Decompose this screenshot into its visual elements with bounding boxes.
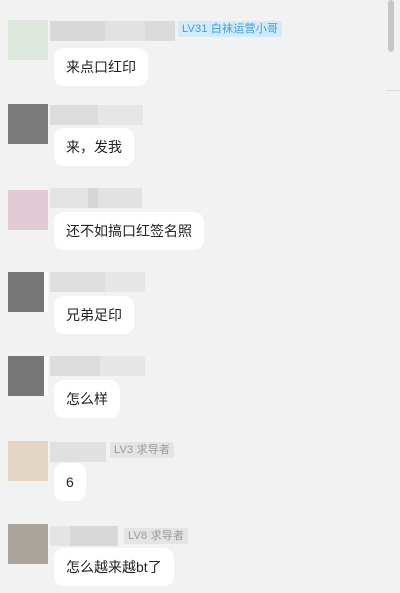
message-bubble[interactable]: 怎么样	[54, 380, 120, 418]
scrollbar-divider	[386, 90, 400, 91]
message-bubble[interactable]: 怎么越来越bt了	[54, 548, 174, 586]
avatar[interactable]	[8, 524, 48, 564]
username-blurred	[50, 442, 106, 462]
username-blurred	[50, 272, 145, 292]
user-level-badge: LV31 白袜运营小哥	[178, 21, 283, 37]
scrollbar[interactable]	[386, 0, 400, 593]
message-bubble[interactable]: 还不如搞口红签名照	[54, 212, 204, 250]
avatar[interactable]	[8, 190, 48, 230]
avatar[interactable]	[8, 104, 48, 144]
message-bubble[interactable]: 来点口红印	[54, 48, 148, 86]
message-bubble[interactable]: 兄弟足印	[54, 296, 134, 334]
avatar[interactable]	[8, 356, 48, 396]
username-blurred	[50, 105, 143, 125]
message-bubble[interactable]: 来，发我	[54, 128, 134, 166]
username-blurred	[50, 356, 145, 376]
user-level-badge: LV8 求导者	[124, 528, 189, 544]
message-bubble[interactable]: 6	[54, 463, 86, 501]
user-level-badge: LV3 求导者	[110, 442, 175, 458]
avatar[interactable]	[8, 441, 48, 481]
avatar[interactable]	[8, 272, 48, 312]
username-blurred	[50, 21, 175, 41]
username-blurred	[50, 188, 142, 208]
username-blurred	[50, 526, 118, 546]
chat-message-list: LV31 白袜运营小哥 来点口红印 来，发我 还不如搞口红签名照 兄弟足印 怎么…	[0, 0, 386, 593]
avatar[interactable]	[8, 20, 48, 60]
scrollbar-thumb[interactable]	[388, 0, 394, 52]
